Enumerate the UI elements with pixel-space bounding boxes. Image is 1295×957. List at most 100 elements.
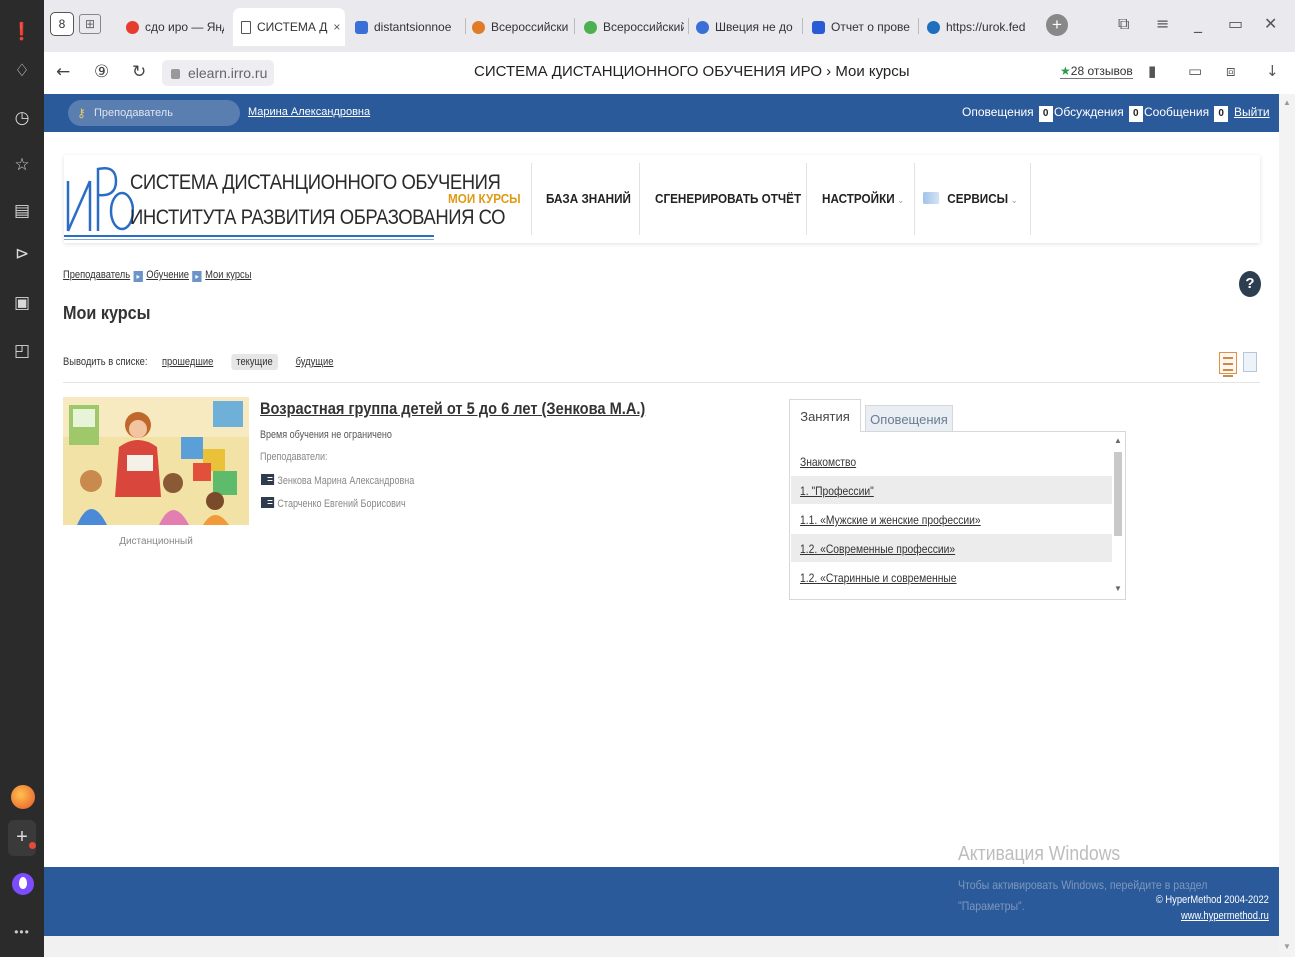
yandex-logo-icon[interactable]: ⑨: [94, 62, 109, 82]
scroll-up-icon[interactable]: ▲: [1283, 98, 1291, 107]
reload-icon[interactable]: ↻: [132, 62, 146, 82]
close-icon[interactable]: ×: [333, 20, 340, 34]
discussions-link[interactable]: Обсуждения 0: [1054, 105, 1143, 122]
scroll-down-icon[interactable]: ▼: [1283, 942, 1291, 951]
new-tab-button[interactable]: +: [1046, 14, 1068, 36]
filter-current[interactable]: текущие: [231, 354, 278, 370]
chevron-down-icon: ⌄: [897, 195, 905, 205]
filter-label: Выводить в списке:: [63, 356, 148, 368]
address-bar: ← ⑨ ↻ elearn.irro.ru СИСТЕМА ДИСТАНЦИОНН…: [44, 52, 1295, 94]
restore-icon[interactable]: ▭: [1228, 14, 1243, 33]
tab-vserossiyskiy-1[interactable]: Всероссийский: [472, 13, 568, 41]
scroll-up-icon[interactable]: ▲: [1114, 436, 1122, 445]
messages-link[interactable]: Сообщения 0: [1144, 105, 1229, 122]
tab-active[interactable]: СИСТЕМА Д ×: [233, 8, 345, 46]
lesson-link[interactable]: Знакомство: [800, 455, 1067, 469]
menu-my-courses[interactable]: МОИ КУРСЫ: [448, 191, 521, 206]
alice-icon[interactable]: [11, 785, 35, 809]
user-name-link[interactable]: Марина Александровна: [248, 106, 370, 118]
logo-underline: [64, 235, 434, 237]
tab-favicon: [472, 20, 485, 34]
logout-link[interactable]: Выйти: [1234, 105, 1270, 119]
calendar-icon[interactable]: ▣: [0, 289, 44, 317]
menu-settings[interactable]: НАСТРОЙКИ ⌄: [822, 191, 904, 206]
scroll-thumb[interactable]: [1114, 452, 1122, 536]
bell-icon[interactable]: ♢: [0, 57, 44, 85]
list-view-icon[interactable]: [1219, 352, 1237, 377]
tab-shvetsiya[interactable]: Швеция не до: [696, 13, 798, 41]
badge-dot: [29, 842, 36, 849]
table-view-icon[interactable]: [1243, 352, 1257, 372]
filter-future[interactable]: будущие: [296, 356, 334, 368]
collections-icon[interactable]: ▤: [0, 197, 44, 225]
course-image[interactable]: [63, 397, 249, 525]
tab-urok-fed[interactable]: https://urok.fed: [927, 13, 1027, 41]
breadcrumb-learning[interactable]: Обучение: [146, 269, 189, 281]
screenshot-icon[interactable]: ◰: [0, 337, 44, 365]
tab-otchet[interactable]: Отчет о прове: [812, 13, 914, 41]
menu-services[interactable]: СЕРВИСЫ ⌄: [923, 191, 1018, 206]
tab-yandex[interactable]: сдо иро — Янд: [126, 13, 224, 41]
bookmark-icon[interactable]: ▮: [1148, 62, 1156, 80]
play-icon[interactable]: ⊳: [0, 240, 44, 268]
tab-separator: [688, 18, 689, 34]
add-panel-button[interactable]: +: [8, 820, 36, 856]
reviews-text: 28 отзывов: [1070, 64, 1133, 78]
tab-separator: [918, 18, 919, 34]
history-icon[interactable]: ◷: [0, 104, 44, 132]
breadcrumb-my-courses[interactable]: Мои курсы: [205, 269, 251, 281]
messages-count: 0: [1214, 106, 1229, 122]
page-title-in-addressbar[interactable]: СИСТЕМА ДИСТАНЦИОННОГО ОБУЧЕНИЯ ИРО › Мо…: [474, 63, 910, 80]
lesson-link[interactable]: 1.1. «Мужские и женские профессии»: [800, 513, 1067, 527]
more-icon[interactable]: •••: [0, 925, 44, 939]
tab-lessons[interactable]: Занятия: [789, 399, 861, 432]
notifications-count: 0: [1038, 106, 1053, 122]
url-field[interactable]: elearn.irro.ru: [162, 60, 274, 86]
home-tab-icon[interactable]: 8: [50, 12, 74, 36]
lesson-link[interactable]: 1. "Профессии": [800, 484, 1067, 498]
teacher-item[interactable]: Зенкова Марина Александровна: [261, 474, 414, 487]
key-icon: ⚷: [77, 106, 86, 120]
menu-knowledge-base[interactable]: БАЗА ЗНАНИЙ: [546, 191, 631, 206]
notification-icon[interactable]: ❗: [0, 18, 44, 46]
tab-label: distantsionnoe: [374, 20, 452, 34]
lessons-scrollbar[interactable]: ▲ ▼: [1112, 436, 1124, 596]
teacher-item[interactable]: Старченко Евгений Борисович: [261, 497, 406, 510]
tab-separator: [574, 18, 575, 34]
bookmarks-star-icon[interactable]: ☆: [0, 151, 44, 179]
tab-separator: [802, 18, 803, 34]
reviews-link[interactable]: ★28 отзывов: [1060, 64, 1133, 79]
course-title-link[interactable]: Возрастная группа детей от 5 до 6 лет (З…: [260, 399, 645, 419]
download-icon[interactable]: ↓: [1266, 62, 1279, 80]
notifications-label: Оповещения: [962, 105, 1034, 119]
assistant-icon[interactable]: [12, 873, 34, 895]
menu-separator: [806, 163, 807, 235]
tab-vserossiyskiy-2[interactable]: Всероссийский: [584, 13, 684, 41]
lessons-list: Знакомство 1. "Профессии" 1.1. «Мужские …: [789, 431, 1126, 600]
site-logo[interactable]: СИСТЕМА ДИСТАНЦИОННОГО ОБУЧЕНИЯ ИНСТИТУТ…: [64, 155, 506, 243]
menu-separator: [639, 163, 640, 235]
notifications-link[interactable]: Оповещения 0: [962, 105, 1053, 122]
extension-icon[interactable]: ⧈: [1226, 62, 1236, 80]
menu-generate-report[interactable]: СГЕНЕРИРОВАТЬ ОТЧЁТ: [655, 191, 801, 206]
back-arrow-icon[interactable]: ←: [56, 62, 70, 82]
battery-icon[interactable]: ▭: [1188, 62, 1202, 80]
page-scrollbar[interactable]: ▲ ▼: [1279, 94, 1295, 957]
window-close-icon[interactable]: ✕: [1264, 14, 1277, 33]
filter-past[interactable]: прошедшие: [162, 356, 213, 368]
help-icon[interactable]: ?: [1239, 271, 1261, 297]
scroll-down-icon[interactable]: ▼: [1114, 584, 1122, 593]
tab-favicon: [126, 20, 139, 34]
tab-grid-icon[interactable]: ⊞: [79, 14, 101, 34]
minimize-icon[interactable]: _: [1194, 14, 1202, 33]
breadcrumb: Преподаватель ▸ Обучение ▸ Мои курсы: [63, 269, 251, 282]
tabs-icon[interactable]: ⧉: [1118, 14, 1129, 34]
role-selector[interactable]: ⚷ Преподаватель: [68, 100, 240, 126]
breadcrumb-teacher[interactable]: Преподаватель: [63, 269, 130, 281]
tab-distantsionnoe[interactable]: distantsionnoe: [355, 13, 463, 41]
menu-icon[interactable]: ≡: [1156, 14, 1169, 33]
tab-notifications[interactable]: Оповещения: [865, 405, 953, 432]
menu-separator: [531, 163, 532, 235]
lesson-link[interactable]: 1.2. «Старинные и современные: [800, 571, 1067, 585]
lesson-link[interactable]: 1.2. «Современные профессии»: [800, 542, 1067, 556]
